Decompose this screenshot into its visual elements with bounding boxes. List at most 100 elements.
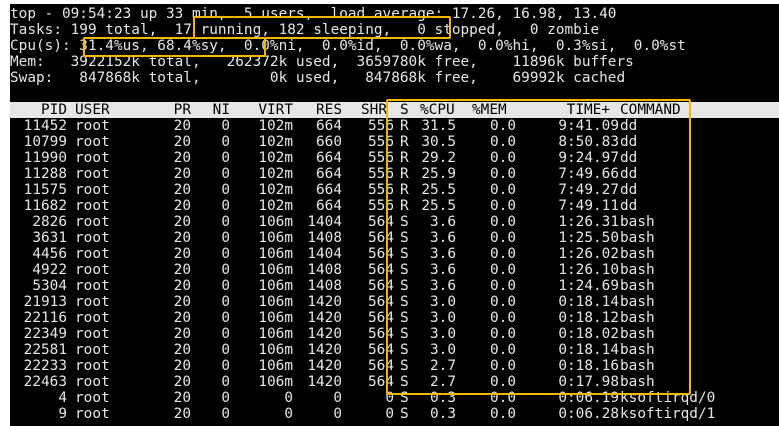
uptime-line: top - 09:54:23 up 33 min, 5 users, load … <box>10 6 617 22</box>
cell-cpu: 3.0 <box>430 310 456 326</box>
cell-pr: 20 <box>173 230 191 246</box>
cell-mem: 0.0 <box>490 118 516 134</box>
cell-virt: 106m <box>258 278 293 294</box>
cell-ni: 0 <box>221 406 230 422</box>
cell-mem: 0.0 <box>490 150 516 166</box>
cell-shr: 556 <box>368 198 394 214</box>
cell-time: 0:18.16 <box>558 358 619 374</box>
cell-user: root <box>75 310 110 326</box>
cell-command: bash <box>620 262 655 278</box>
cell-command: bash <box>620 230 655 246</box>
cell-cpu: 3.6 <box>430 214 456 230</box>
cell-virt: 106m <box>258 214 293 230</box>
cell-mem: 0.0 <box>490 262 516 278</box>
cell-pr: 20 <box>173 294 191 310</box>
cell-pid: 22581 <box>23 342 67 358</box>
cell-user: root <box>75 198 110 214</box>
cell-ni: 0 <box>221 118 230 134</box>
table-row: 11288 root 20 0 102m 664 556 R 25.9 0.0 7:49.66 dd <box>10 166 779 182</box>
cell-command: bash <box>620 342 655 358</box>
column-pid: PID <box>41 102 67 118</box>
cell-time: 0:18.02 <box>558 326 619 342</box>
tasks-line: Tasks: 199 total, 17 running, 182 sleepi… <box>10 22 600 38</box>
cell-pr: 20 <box>173 246 191 262</box>
cell-mem: 0.0 <box>490 294 516 310</box>
cell-pr: 20 <box>173 150 191 166</box>
column-pr: PR <box>173 102 191 118</box>
cell-command: bash <box>620 326 655 342</box>
cell-command: bash <box>620 246 655 262</box>
cell-shr: 564 <box>368 358 394 374</box>
cell-user: root <box>75 358 110 374</box>
cell-ni: 0 <box>221 246 230 262</box>
column-user: USER <box>75 102 110 118</box>
cell-cpu: 3.6 <box>430 246 456 262</box>
column-res: RES <box>316 102 342 118</box>
cell-virt: 106m <box>258 326 293 342</box>
cell-command: ksoftirqd/1 <box>620 406 716 422</box>
cell-pid: 11990 <box>23 150 67 166</box>
cell-user: root <box>75 134 110 150</box>
cell-shr: 564 <box>368 246 394 262</box>
cell-virt: 0 <box>284 390 293 406</box>
cell-res: 664 <box>316 150 342 166</box>
cell-shr: 0 <box>385 390 394 406</box>
cell-pid: 22233 <box>23 358 67 374</box>
process-table-header: PID USER PR NI VIRT RES SHR S %CPU %MEM … <box>10 102 779 118</box>
cell-virt: 102m <box>258 182 293 198</box>
cell-mem: 0.0 <box>490 390 516 406</box>
cell-time: 1:25.50 <box>558 230 619 246</box>
cell-pr: 20 <box>173 182 191 198</box>
cell-mem: 0.0 <box>490 310 516 326</box>
table-row: 22463 root 20 0 106m 1420 564 S 2.7 0.0 0:17.98 bas… <box>10 374 779 390</box>
cell-pr: 20 <box>173 310 191 326</box>
cell-cpu: 3.6 <box>430 262 456 278</box>
table-row: 4456 root 20 0 106m 1404 564 S 3.6 0.0 1:26.02 bash <box>10 246 779 262</box>
cell-shr: 564 <box>368 326 394 342</box>
cell-user: root <box>75 262 110 278</box>
terminal-window[interactable]: top - 09:54:23 up 33 min, 5 users, load … <box>10 4 779 426</box>
cell-cpu: 0.3 <box>430 390 456 406</box>
swap-line: Swap: 847868k total, 0k used, 847868k fr… <box>10 70 626 86</box>
cell-res: 664 <box>316 118 342 134</box>
cell-mem: 0.0 <box>490 326 516 342</box>
cell-virt: 106m <box>258 310 293 326</box>
cell-virt: 102m <box>258 134 293 150</box>
column-state: S <box>400 102 409 118</box>
cell-command: bash <box>620 214 655 230</box>
cell-shr: 556 <box>368 134 394 150</box>
cell-pr: 20 <box>173 166 191 182</box>
cell-shr: 564 <box>368 278 394 294</box>
cell-time: 0:18.14 <box>558 342 619 358</box>
cell-pr: 20 <box>173 326 191 342</box>
cell-command: bash <box>620 294 655 310</box>
cell-shr: 0 <box>385 406 394 422</box>
cell-shr: 556 <box>368 182 394 198</box>
table-row: 11990 root 20 0 102m 664 556 R 29.2 0.0 9:24.97 dd <box>10 150 779 166</box>
cell-ni: 0 <box>221 342 230 358</box>
table-row: 10799 root 20 0 102m 660 556 R 30.5 0.0 8:50.83 dd <box>10 134 779 150</box>
cell-shr: 556 <box>368 118 394 134</box>
cell-pid: 11452 <box>23 118 67 134</box>
cell-pid: 10799 <box>23 134 67 150</box>
cell-ni: 0 <box>221 150 230 166</box>
cell-virt: 0 <box>284 406 293 422</box>
cell-ni: 0 <box>221 134 230 150</box>
cell-shr: 564 <box>368 310 394 326</box>
cell-user: root <box>75 214 110 230</box>
cell-res: 0 <box>333 406 342 422</box>
cell-pr: 20 <box>173 198 191 214</box>
table-row: 4 root 20 0 0 0 0 S 0.3 0.0 0:06.19 ksoftirqd/0 <box>10 390 779 406</box>
column-shr: SHR <box>361 102 387 118</box>
cell-pid: 4922 <box>32 262 67 278</box>
cell-shr: 564 <box>368 374 394 390</box>
table-row: 9 root 20 0 0 0 0 S 0.3 0.0 0:06.28 ksoftirqd/1 <box>10 406 779 422</box>
cell-cpu: 3.0 <box>430 326 456 342</box>
cell-cpu: 2.7 <box>430 374 456 390</box>
cell-pid: 4456 <box>32 246 67 262</box>
cell-mem: 0.0 <box>490 182 516 198</box>
cell-res: 660 <box>316 134 342 150</box>
cell-ni: 0 <box>221 358 230 374</box>
cell-mem: 0.0 <box>490 342 516 358</box>
cell-user: root <box>75 278 110 294</box>
